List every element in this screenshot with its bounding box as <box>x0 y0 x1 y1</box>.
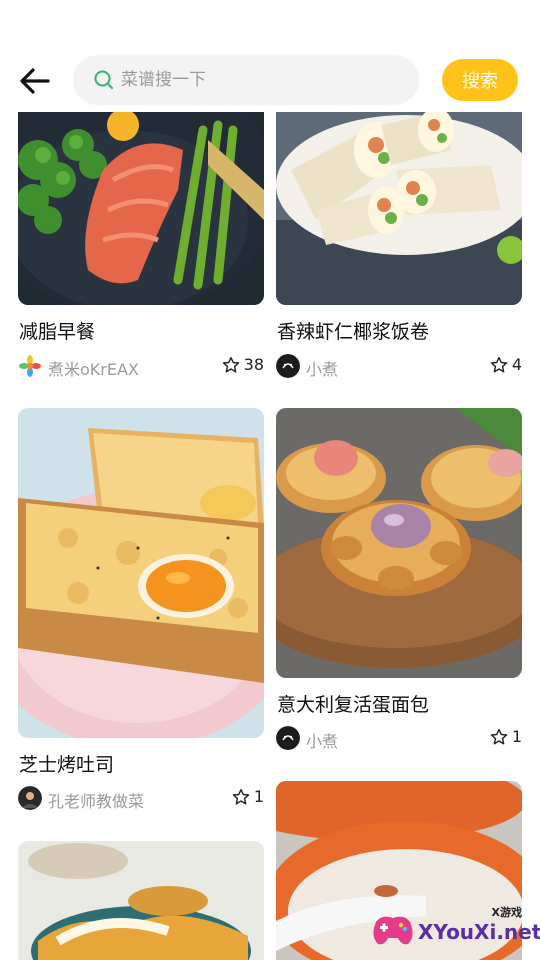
favorite-count[interactable]: 1 <box>490 727 522 746</box>
author-name[interactable]: 小煮 <box>306 356 338 380</box>
search-icon <box>94 70 113 89</box>
watermark-top-text: X游戏 <box>491 906 522 919</box>
search-button[interactable]: 搜索 <box>442 59 518 101</box>
avatar[interactable] <box>276 354 300 378</box>
favorite-number: 1 <box>253 787 264 806</box>
recipe-meta: 小煮 1 <box>276 726 522 752</box>
recipe-card[interactable] <box>18 841 264 960</box>
star-outline-icon <box>232 788 250 804</box>
favorite-count[interactable]: 4 <box>490 355 522 374</box>
author-name[interactable]: 孔老师教做菜 <box>48 788 144 812</box>
avatar[interactable] <box>276 726 300 750</box>
author-name[interactable]: 煮米oKrEAX <box>48 356 139 380</box>
favorite-count[interactable]: 38 <box>222 355 264 374</box>
favorite-number: 1 <box>511 727 522 746</box>
favorite-number: 4 <box>511 355 522 374</box>
recipe-card[interactable]: 芝士烤吐司 孔老师教做菜 1 <box>18 408 264 818</box>
recipe-meta: 孔老师教做菜 1 <box>18 786 264 812</box>
top-bar: 搜索 <box>0 0 540 112</box>
recipe-title[interactable]: 芝士烤吐司 <box>19 750 114 777</box>
back-arrow-icon[interactable] <box>18 64 52 98</box>
avatar[interactable] <box>18 354 42 378</box>
recipe-card[interactable]: 香辣虾仁椰浆饭卷 小煮 4 <box>276 70 522 390</box>
recipe-card[interactable]: 减脂早餐 煮米oKrEAX 38 <box>18 70 264 390</box>
gamepad-logo-icon <box>373 916 413 945</box>
recipe-meta: 小煮 4 <box>276 354 522 380</box>
watermark: X游戏 XYouXi.net <box>366 900 540 956</box>
recipe-image[interactable] <box>18 408 264 738</box>
search-bar[interactable] <box>73 55 419 105</box>
recipe-image[interactable] <box>18 841 264 960</box>
recipe-meta: 煮米oKrEAX 38 <box>18 354 264 380</box>
favorite-count[interactable]: 1 <box>232 787 264 806</box>
recipe-title[interactable]: 香辣虾仁椰浆饭卷 <box>277 317 429 344</box>
star-outline-icon <box>490 356 508 372</box>
recipe-image[interactable] <box>276 408 522 678</box>
favorite-number: 38 <box>243 355 264 374</box>
author-name[interactable]: 小煮 <box>306 728 338 752</box>
watermark-main-text: XYouXi.net <box>418 920 540 944</box>
search-input[interactable] <box>121 70 401 90</box>
recipe-title[interactable]: 意大利复活蛋面包 <box>277 690 429 717</box>
star-outline-icon <box>222 356 239 372</box>
recipe-title[interactable]: 减脂早餐 <box>19 317 95 344</box>
avatar[interactable] <box>18 786 42 810</box>
star-outline-icon <box>490 728 508 744</box>
recipe-card[interactable]: 意大利复活蛋面包 小煮 1 <box>276 408 522 753</box>
